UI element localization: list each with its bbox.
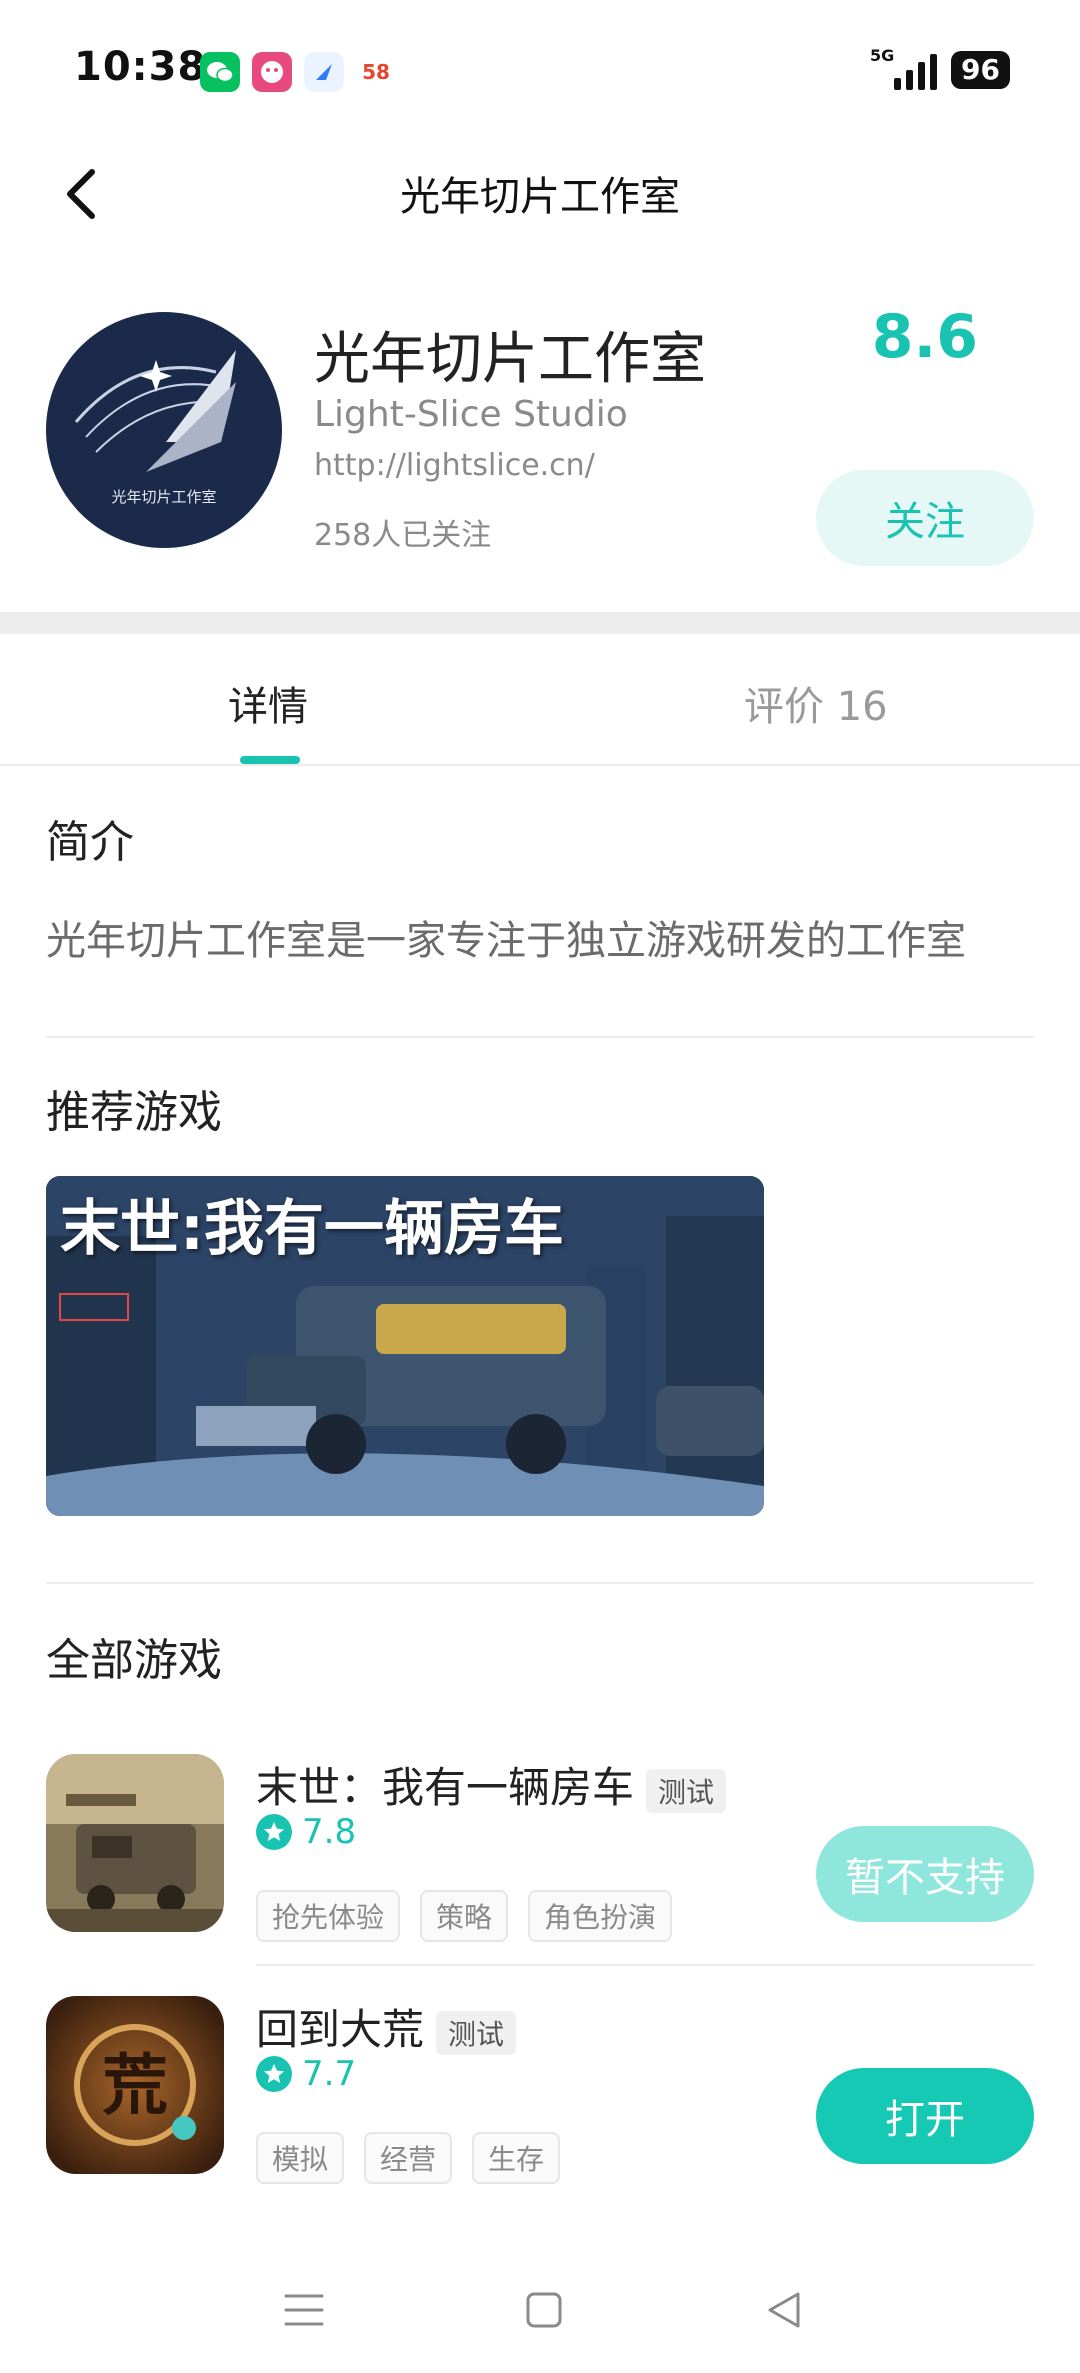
game-rating: 7.7: [256, 2054, 356, 2094]
status-right: 5G 96: [870, 46, 1010, 90]
notification-icons: 58: [200, 52, 396, 92]
58-icon: 58: [356, 52, 396, 92]
studio-english-name: Light-Slice Studio: [314, 394, 628, 435]
network-type: 5G: [870, 46, 895, 65]
star-icon: [256, 1814, 292, 1850]
recommended-game-banner[interactable]: 末世:我有一辆房车: [46, 1176, 764, 1516]
tag[interactable]: 生存: [472, 2132, 561, 2184]
rating-value: 7.8: [302, 1812, 357, 1852]
divider: [256, 1964, 1034, 1966]
studio-url[interactable]: http://lightslice.cn/: [314, 448, 595, 483]
test-badge: 测试: [646, 1768, 727, 1813]
app-icon: [252, 52, 292, 92]
active-tab-indicator: [240, 756, 300, 764]
game-icon: [46, 1754, 224, 1932]
svg-text:荒: 荒: [102, 2047, 168, 2124]
studio-avatar: 光年切片工作室: [46, 312, 282, 548]
game-title: 回到大荒 测试: [256, 1996, 517, 2057]
tag[interactable]: 经营: [364, 2132, 453, 2184]
section-gap: [0, 612, 1080, 634]
signal-icon: 5G: [870, 46, 938, 90]
menu-icon[interactable]: [274, 2280, 334, 2340]
test-badge: 测试: [436, 2010, 517, 2055]
top-header: 光年切片工作室: [0, 140, 1080, 250]
follower-count: 258人已关注: [314, 518, 492, 553]
studio-name: 光年切片工作室: [314, 327, 706, 392]
studio-profile: 光年切片工作室 光年切片工作室 Light-Slice Studio http:…: [0, 300, 1080, 600]
tag[interactable]: 角色扮演: [528, 1890, 673, 1942]
studio-score: 8.6: [871, 302, 978, 372]
divider: [46, 1582, 1034, 1584]
all-games-title: 全部游戏: [46, 1635, 222, 1686]
battery-icon: 96: [951, 51, 1010, 89]
tab-details[interactable]: 详情: [228, 674, 308, 732]
svg-text:光年切片工作室: 光年切片工作室: [111, 488, 216, 506]
game-icon: 荒: [46, 1996, 224, 2174]
open-button[interactable]: 打开: [816, 2068, 1034, 2164]
tab-bar: 详情 评价 16: [0, 634, 1080, 766]
game-list-item[interactable]: 荒 回到大荒 测试 7.7 模拟 经营 生存 打开: [0, 1996, 1080, 2196]
rating-value: 7.7: [302, 2054, 357, 2094]
game-tags: 模拟 经营 生存: [256, 2132, 561, 2184]
intro-title: 简介: [46, 817, 134, 868]
status-time: 10:38: [74, 44, 207, 90]
game-title: 末世：我有一辆房车 测试: [256, 1754, 727, 1815]
game-tags: 抢先体验 策略 角色扮演: [256, 1890, 673, 1942]
intro-text: 光年切片工作室是一家专注于独立游戏研发的工作室: [46, 918, 966, 964]
tab-reviews[interactable]: 评价 16: [744, 674, 888, 732]
page-title: 光年切片工作室: [400, 174, 680, 220]
game-name: 回到大荒: [256, 2005, 425, 2054]
home-square-icon[interactable]: [514, 2280, 574, 2340]
game-list-item[interactable]: 末世：我有一辆房车 测试 7.8 抢先体验 策略 角色扮演 暂不支持: [0, 1754, 1080, 1954]
divider: [46, 1036, 1034, 1038]
status-bar: 10:38 58 5G 96: [0, 0, 1080, 140]
tag[interactable]: 策略: [420, 1890, 509, 1942]
system-nav-bar: [0, 2260, 1080, 2370]
tag[interactable]: 抢先体验: [256, 1890, 401, 1942]
star-icon: [256, 2056, 292, 2092]
back-triangle-icon[interactable]: [754, 2280, 814, 2340]
wechat-icon: [200, 52, 240, 92]
banner-title: 末世:我有一辆房车: [60, 1194, 564, 1264]
unsupported-button[interactable]: 暂不支持: [816, 1826, 1034, 1922]
recommended-title: 推荐游戏: [46, 1087, 222, 1138]
follow-button[interactable]: 关注: [816, 470, 1034, 566]
browser-icon: [304, 52, 344, 92]
game-name: 末世：我有一辆房车: [256, 1763, 635, 1812]
studio-logo-icon: 光年切片工作室: [74, 350, 236, 506]
tag[interactable]: 模拟: [256, 2132, 345, 2184]
game-rating: 7.8: [256, 1812, 356, 1852]
